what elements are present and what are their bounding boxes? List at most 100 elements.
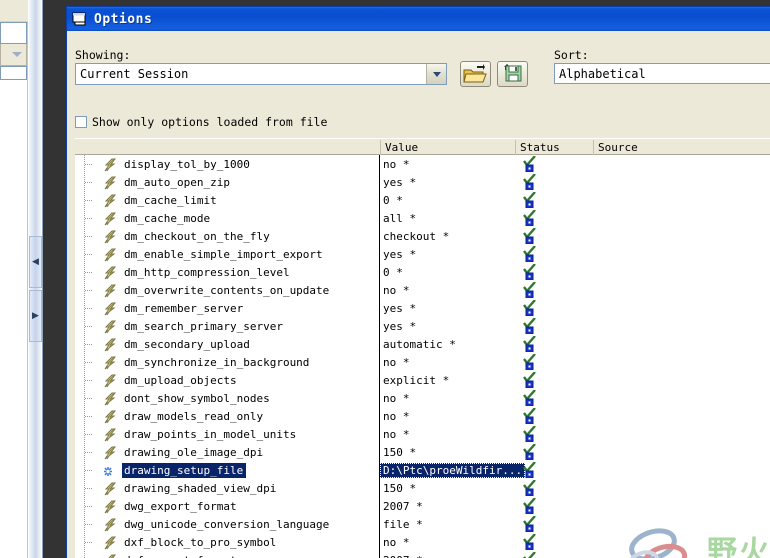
option-name-cell[interactable]: drawing_setup_file [75, 461, 378, 479]
show-only-loaded-checkbox[interactable] [75, 116, 87, 128]
option-name-cell[interactable]: dm_http_compression_level [75, 263, 378, 281]
table-row[interactable]: dm_http_compression_level 0 * [75, 263, 770, 281]
option-value-cell[interactable]: no * [380, 425, 413, 443]
option-value-label: no * [383, 157, 410, 171]
table-row[interactable]: dm_cache_limit 0 * [75, 191, 770, 209]
option-value-cell[interactable]: no * [380, 353, 413, 371]
option-name-cell[interactable]: dm_search_primary_server [75, 317, 378, 335]
save-config-file-button[interactable] [497, 61, 528, 87]
open-config-file-button[interactable] [460, 61, 491, 87]
option-value-cell[interactable]: no * [380, 281, 413, 299]
option-name-cell[interactable]: dm_cache_mode [75, 209, 378, 227]
option-value-cell[interactable]: yes * [380, 299, 419, 317]
option-name-cell[interactable]: dm_enable_simple_import_export [75, 245, 378, 263]
showing-combobox-button[interactable] [426, 64, 446, 84]
table-row[interactable]: dxf_block_to_pro_symbol no * [75, 533, 770, 551]
option-name-cell[interactable]: dm_upload_objects [75, 371, 378, 389]
option-name-cell[interactable]: display_tol_by_1000 [75, 155, 378, 173]
dialog-titlebar[interactable]: Options [67, 7, 770, 31]
table-row[interactable]: drawing_shaded_view_dpi 150 * [75, 479, 770, 497]
table-row[interactable]: dm_search_primary_server yes * [75, 317, 770, 335]
option-value-cell[interactable]: no * [380, 389, 413, 407]
option-value-cell[interactable]: file * [380, 515, 426, 533]
option-value-cell[interactable]: 150 * [380, 479, 419, 497]
option-name-cell[interactable]: dwg_unicode_conversion_language [75, 515, 378, 533]
column-header-value[interactable]: Value [380, 140, 515, 155]
table-row[interactable]: draw_points_in_model_units no * [75, 425, 770, 443]
table-row[interactable]: dm_remember_server yes * [75, 299, 770, 317]
table-row[interactable]: dm_synchronize_in_background no * [75, 353, 770, 371]
table-row[interactable]: display_tol_by_1000 no * [75, 155, 770, 173]
option-value-cell[interactable]: yes * [380, 245, 419, 263]
option-name-cell[interactable]: dm_overwrite_contents_on_update [75, 281, 378, 299]
option-value-cell[interactable]: D:\Ptc\proeWildfir... [380, 461, 526, 479]
show-only-loaded-checkbox-row[interactable]: Show only options loaded from file [75, 115, 327, 129]
sort-combobox[interactable]: Alphabetical [554, 63, 770, 84]
option-value-cell[interactable]: 2007 * [380, 497, 426, 515]
background-dropdown[interactable] [0, 44, 27, 66]
table-row[interactable]: drawing_setup_file D:\Ptc\proeWildfir... [75, 461, 770, 479]
option-value-cell[interactable]: checkout * [380, 227, 452, 245]
option-value-cell[interactable]: 150 * [380, 443, 419, 461]
table-row[interactable]: dm_overwrite_contents_on_update no * [75, 281, 770, 299]
background-field-top[interactable] [0, 22, 27, 44]
table-row[interactable]: drawing_ole_image_dpi 150 * [75, 443, 770, 461]
table-row[interactable]: draw_models_read_only no * [75, 407, 770, 425]
table-row[interactable]: dont_show_symbol_nodes no * [75, 389, 770, 407]
option-name-cell[interactable]: dont_show_symbol_nodes [75, 389, 378, 407]
table-row[interactable]: dxf_export_format 2007 * [75, 551, 770, 558]
tree-connector-icon [75, 263, 103, 281]
option-name-label: dm_enable_simple_import_export [124, 247, 323, 261]
table-row[interactable]: dm_upload_objects explicit * [75, 371, 770, 389]
option-value-cell[interactable]: no * [380, 155, 413, 173]
table-row[interactable]: dm_cache_mode all * [75, 209, 770, 227]
option-name-cell[interactable]: dm_secondary_upload [75, 335, 378, 353]
option-name-cell[interactable]: drawing_ole_image_dpi [75, 443, 378, 461]
option-value-label: 2007 * [383, 499, 423, 513]
table-row[interactable]: dm_checkout_on_the_fly checkout * [75, 227, 770, 245]
option-name-cell[interactable]: draw_models_read_only [75, 407, 378, 425]
option-name-cell[interactable]: dwg_export_format [75, 497, 378, 515]
tree-connector-icon [75, 461, 103, 479]
option-name-label: dm_overwrite_contents_on_update [124, 283, 330, 297]
option-value-cell[interactable]: all * [380, 209, 419, 227]
table-row[interactable]: dwg_export_format 2007 * [75, 497, 770, 515]
option-value-cell[interactable]: no * [380, 407, 413, 425]
option-name-cell[interactable]: dm_checkout_on_the_fly [75, 227, 378, 245]
table-row[interactable]: dwg_unicode_conversion_language file * [75, 515, 770, 533]
check-ok-icon [523, 353, 537, 371]
option-name-cell[interactable]: dm_auto_open_zip [75, 173, 378, 191]
option-value-cell[interactable]: 2007 * [380, 551, 426, 558]
column-header-source[interactable]: Source [593, 140, 770, 155]
column-header-status[interactable]: Status [515, 140, 593, 155]
column-header-name[interactable] [75, 140, 380, 155]
window-options-icon [72, 12, 88, 27]
option-value-cell[interactable]: 0 * [380, 263, 406, 281]
table-row[interactable]: dm_enable_simple_import_export yes * [75, 245, 770, 263]
option-modified-icon [103, 463, 118, 477]
option-name-cell[interactable]: dm_synchronize_in_background [75, 353, 378, 371]
background-field-bottom[interactable] [0, 66, 27, 80]
splitter-collapse-right-button[interactable]: ▶ [29, 290, 42, 342]
showing-combobox[interactable]: Current Session [75, 63, 447, 85]
option-value-cell[interactable]: yes * [380, 173, 419, 191]
option-name-cell[interactable]: dxf_export_format [75, 551, 378, 558]
table-row[interactable]: dm_auto_open_zip yes * [75, 173, 770, 191]
option-value-cell[interactable]: no * [380, 533, 413, 551]
option-name-cell[interactable]: drawing_shaded_view_dpi [75, 479, 378, 497]
option-name-cell[interactable]: dxf_block_to_pro_symbol [75, 533, 378, 551]
tree-connector-icon [75, 551, 103, 558]
option-status-cell [517, 263, 547, 281]
option-value-cell[interactable]: 0 * [380, 191, 406, 209]
option-value-label: yes * [383, 175, 417, 189]
option-status-cell [517, 389, 547, 407]
option-name-cell[interactable]: dm_cache_limit [75, 191, 378, 209]
check-ok-icon [523, 317, 537, 335]
splitter-collapse-left-button[interactable]: ◀ [29, 236, 42, 288]
table-row[interactable]: dm_secondary_upload automatic * [75, 335, 770, 353]
option-value-cell[interactable]: yes * [380, 317, 419, 335]
option-name-cell[interactable]: dm_remember_server [75, 299, 378, 317]
option-name-cell[interactable]: draw_points_in_model_units [75, 425, 378, 443]
option-value-cell[interactable]: automatic * [380, 335, 459, 353]
option-value-cell[interactable]: explicit * [380, 371, 452, 389]
